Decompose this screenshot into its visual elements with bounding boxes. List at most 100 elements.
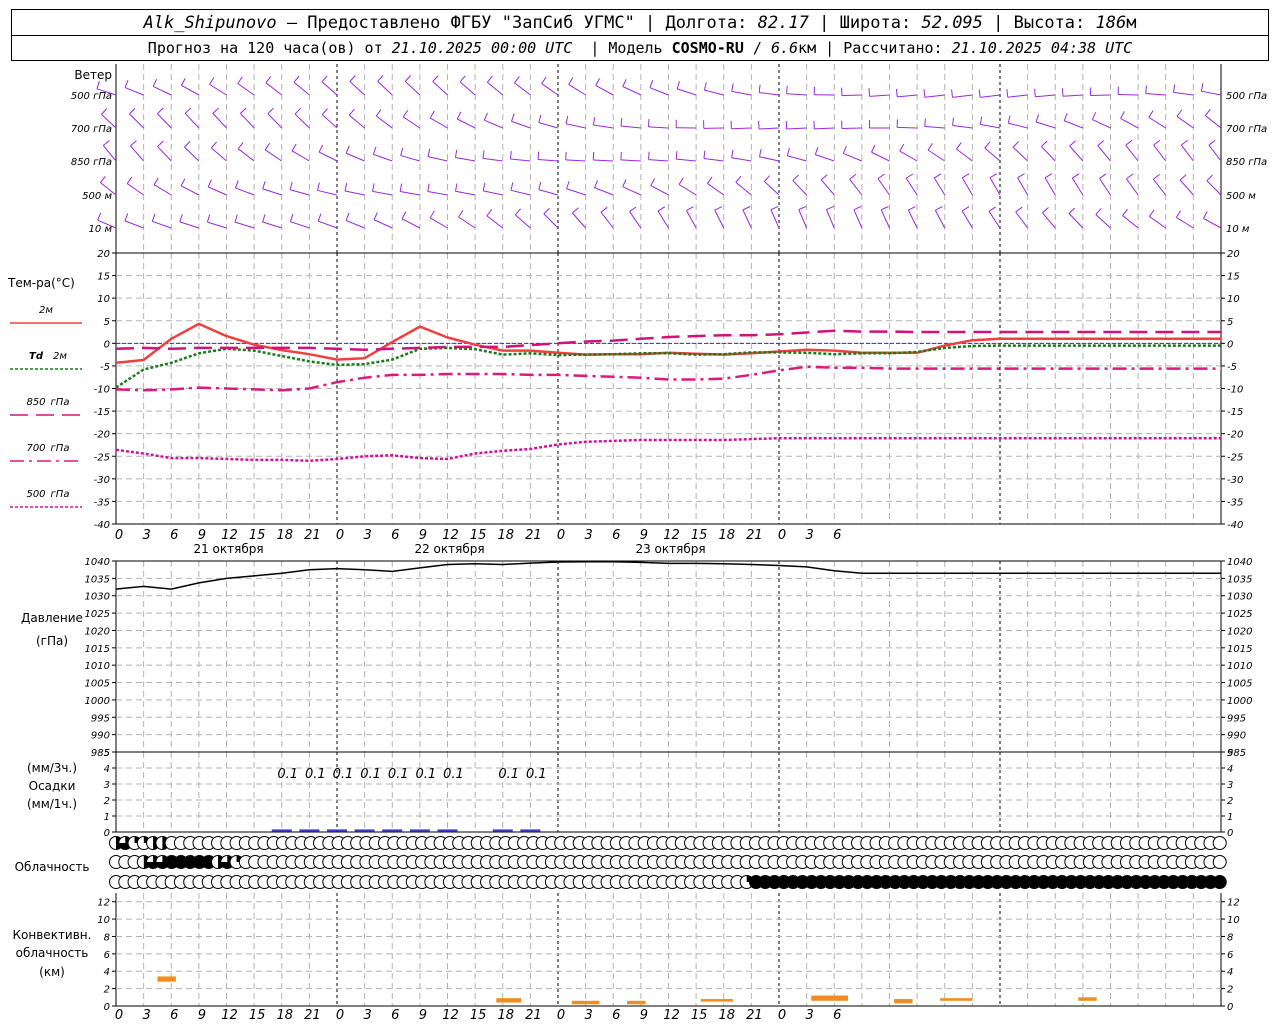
wind-barb-flag [648, 151, 650, 160]
wind-barb-staff [763, 181, 780, 196]
wind-barb-staff [543, 213, 559, 229]
wind-barb-staff [568, 83, 586, 96]
wind-barb-flag [871, 144, 876, 153]
wind-level-label-left: 850 гПа [71, 157, 112, 168]
wind-barb-flag [731, 149, 734, 158]
wind-barb-staff [786, 93, 807, 96]
wind-barb-flag [1068, 207, 1076, 214]
wind-barb-staff [483, 190, 503, 196]
wind-barb-staff [1203, 218, 1222, 229]
wind-barb-flag [483, 112, 488, 121]
wind-barb-flag [1208, 139, 1216, 146]
y-tick-label-right: 1040 [1227, 557, 1252, 568]
x-tick-label: 3 [142, 528, 150, 543]
wind-barb-staff [1044, 177, 1056, 196]
wind-barb-staff [735, 181, 752, 196]
wind-barb-staff [486, 215, 504, 229]
wind-barb-flag [514, 208, 521, 216]
cloud-symbol [1212, 836, 1227, 850]
wind-barb-flag [1091, 112, 1097, 120]
wind-barb-staff [572, 212, 587, 229]
wind-barb-staff [565, 123, 586, 129]
y-tick-label-left: -5 [100, 362, 110, 373]
wind-barb-staff [704, 89, 724, 96]
y-tick-label-left: 0 [104, 339, 110, 350]
wind-barb-flag [509, 151, 512, 160]
wind-barb-flag [1204, 108, 1211, 116]
wind-barb-staff [620, 159, 641, 162]
wind-level-label-right: 700 гПа [1226, 124, 1267, 135]
wind-barb-flag [209, 77, 215, 85]
precip-value-label: 0.1 [277, 767, 298, 782]
wind-barb-staff [1122, 215, 1139, 229]
wind-barb-staff [458, 216, 476, 229]
wind-barb-staff [1148, 116, 1167, 129]
wind-barb-staff [600, 211, 614, 229]
y-tick-label-right: 1 [1227, 812, 1233, 823]
wind-barb-flag [96, 81, 100, 89]
wind-barb-staff [593, 159, 614, 162]
wind-barb-staff [207, 221, 227, 229]
wind-barb-staff [897, 126, 918, 129]
wind-barb-staff [980, 123, 1001, 129]
wind-barb-flag [538, 181, 542, 190]
wind-barb-flag [97, 212, 102, 221]
wind-barb-staff [538, 159, 559, 162]
wind-barb-staff [1041, 146, 1056, 162]
wind-barb-flag [317, 213, 322, 222]
wind-barb-flag [180, 178, 186, 187]
y-tick-label-right: 5 [1227, 748, 1233, 759]
wind-barb-flag [101, 108, 108, 115]
x-tick-label: 15 [470, 528, 487, 543]
wind-barb-flag [649, 80, 654, 88]
x-tick-label: 0 [778, 1008, 786, 1023]
conv-bar [1078, 997, 1097, 1001]
precipitation-panel: 0.1 0.1 0.1 0.1 0.1 0.1 0.1 0.1 0.1 [271, 767, 547, 832]
wind-barb-flag [345, 145, 350, 154]
wind-barb-flag [988, 206, 996, 212]
wind-barb-flag [429, 110, 435, 119]
wind-barb-staff [318, 151, 338, 162]
wind-barb-flag [344, 183, 348, 192]
y-tick-label-left: 0 [104, 828, 110, 839]
wind-barb-staff [538, 122, 559, 129]
wind-barb-staff [129, 113, 144, 129]
wind-barb-flag [458, 209, 464, 218]
wind-barb-staff [1152, 179, 1167, 196]
cloudiness-panel [109, 836, 1227, 889]
wind-barb-flag [234, 214, 238, 223]
y-tick-label-left: 990 [91, 731, 110, 742]
x-tick-label: 9 [640, 528, 648, 543]
wind-barb-flag [675, 151, 678, 160]
y-tick-label-left: 10 [97, 915, 110, 926]
wind-barb-staff [1008, 122, 1028, 129]
conv-bar [627, 1000, 646, 1005]
y-tick-label-right: 2 [1227, 985, 1233, 996]
wind-barb-flag [404, 75, 412, 82]
wind-barb-flag [124, 79, 129, 88]
wind-barb-staff [344, 190, 365, 196]
conv-bar [894, 999, 913, 1004]
wind-barb-staff [657, 210, 669, 229]
y-tick-label-right: 20 [1227, 249, 1240, 260]
meteogram-chart: 0.1 0.1 0.1 0.1 0.1 0.1 0.1 0.1 0.1 Ветер500 гПа… [7, 64, 1267, 1023]
wind-barb-flag [951, 89, 954, 98]
wind-barb-flag [289, 213, 294, 222]
wind-barb-staff [759, 92, 780, 96]
wind-barb-staff [345, 220, 365, 229]
legend-label: 500 [26, 489, 45, 500]
wind-barb-flag [237, 76, 243, 84]
wind-barb-flag [321, 108, 328, 115]
conv-bar [811, 995, 849, 1001]
wind-barb-staff [404, 81, 421, 96]
wind-barb-staff [401, 218, 421, 229]
wind-barb-flag [923, 89, 926, 98]
wind-barb-flag [1035, 114, 1040, 123]
wind-barb-flag [482, 182, 486, 191]
wind-barb-flag [853, 206, 862, 211]
precip-bar [520, 829, 541, 832]
x-tick-label: 21 [746, 1008, 763, 1023]
wind-barb-staff [927, 149, 946, 162]
x-tick-label: 18 [497, 528, 514, 543]
legend-label: 2м [39, 305, 53, 316]
